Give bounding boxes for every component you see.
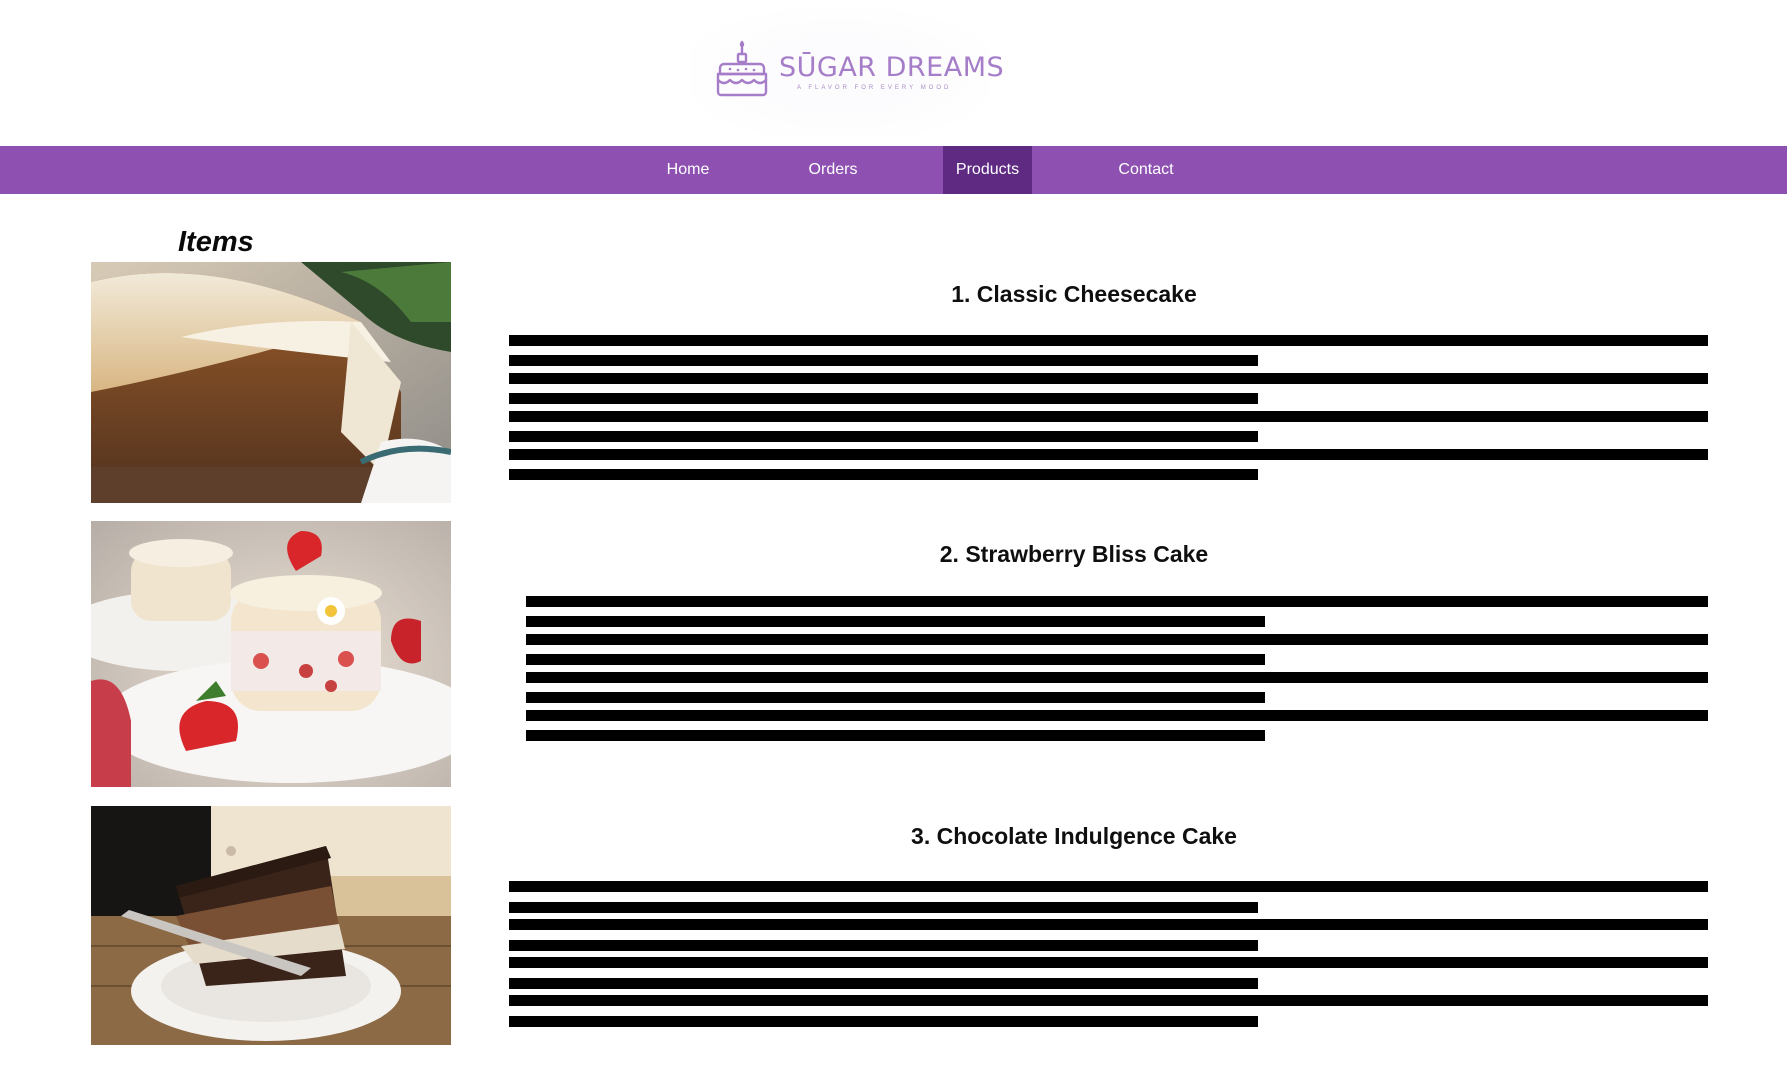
- nav-home[interactable]: Home: [648, 146, 728, 194]
- items-heading: Items: [178, 226, 254, 258]
- logo-tagline: A FLAVOR FOR EVERY MOOD: [797, 85, 952, 91]
- product-title: 1. Classic Cheesecake: [951, 281, 1197, 307]
- product-title: 3. Chocolate Indulgence Cake: [911, 823, 1237, 849]
- nav-contact[interactable]: Contact: [1106, 146, 1186, 194]
- product-title: 2. Strawberry Bliss Cake: [939, 541, 1209, 567]
- main-nav: Home Orders Products Contact: [0, 146, 1787, 194]
- nav-orders[interactable]: Orders: [793, 146, 873, 194]
- cheesecake-photo: [91, 262, 451, 503]
- logo-title: SŪGAR DREAMS: [779, 52, 1005, 83]
- cake-logo-icon: [716, 40, 768, 97]
- strawberry-cake-photo: [91, 521, 451, 787]
- chocolate-cake-photo: [91, 806, 451, 1045]
- nav-products[interactable]: Products: [943, 146, 1032, 194]
- site-header: SŪGAR DREAMS A FLAVOR FOR EVERY MOOD: [0, 0, 1787, 146]
